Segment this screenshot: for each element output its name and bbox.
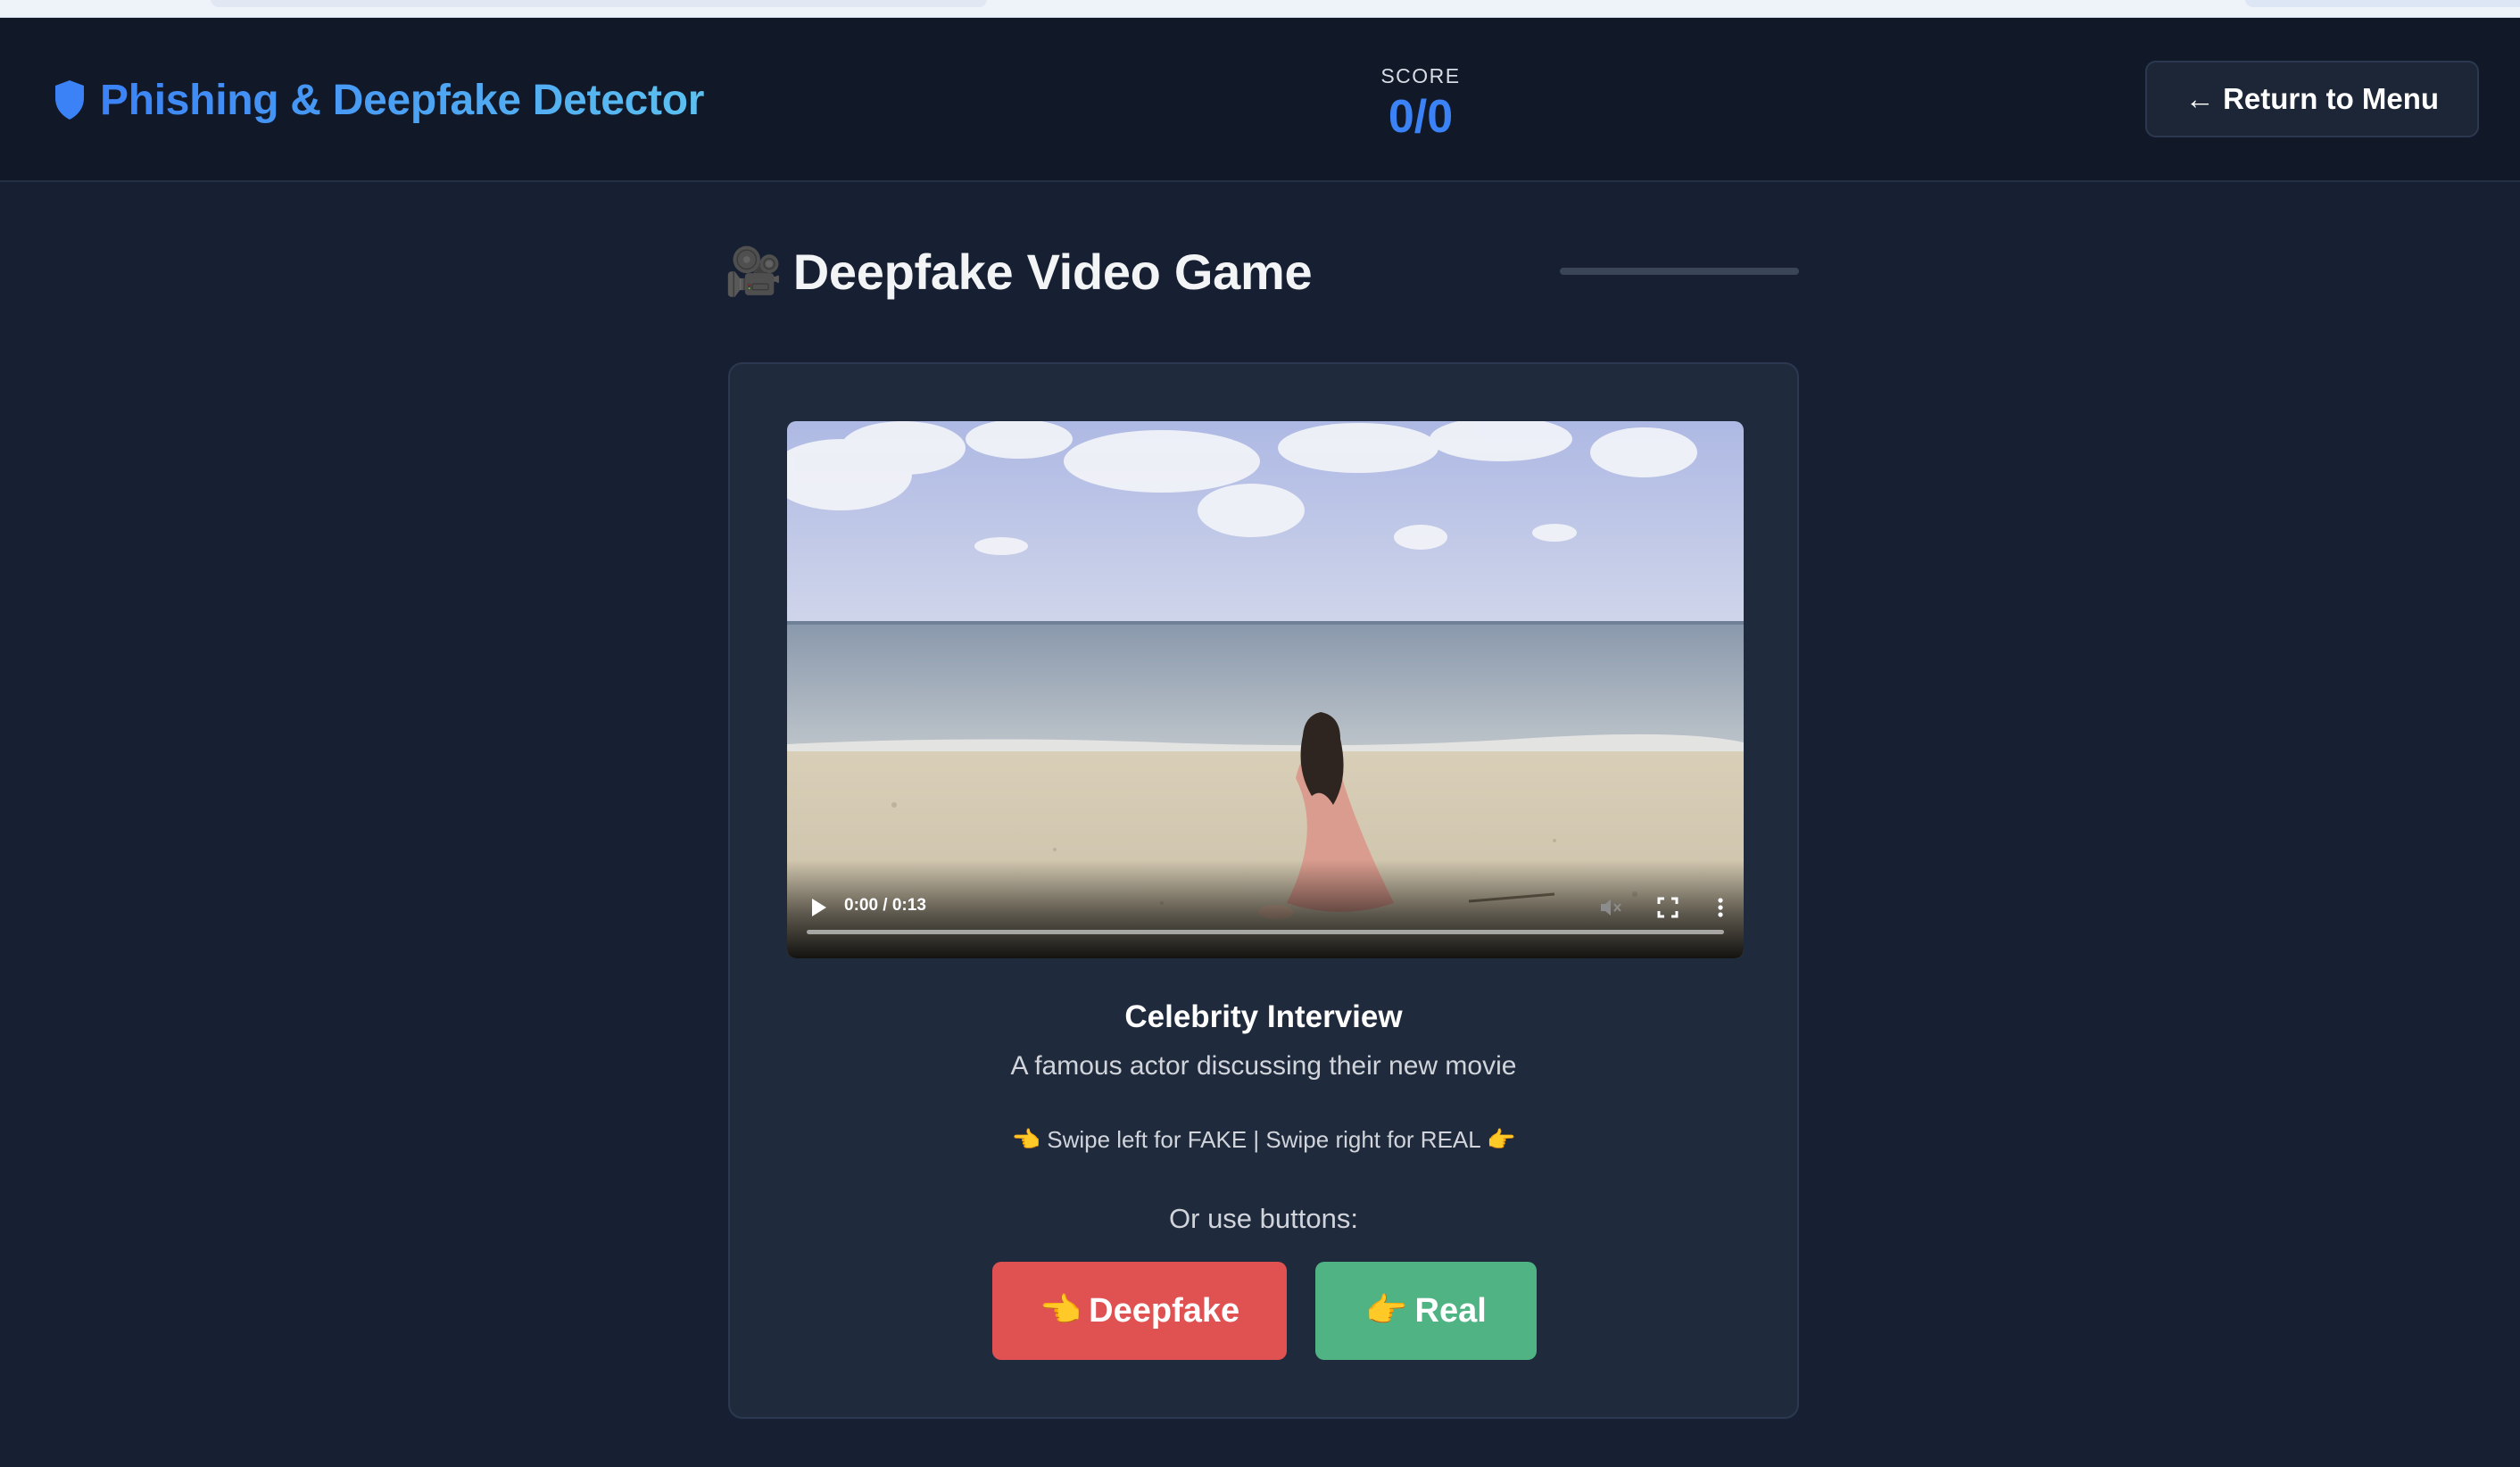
real-button[interactable]: 👉 Real (1315, 1262, 1537, 1360)
volume-muted-icon[interactable] (1597, 894, 1624, 921)
return-to-menu-button[interactable]: ← Return to Menu (2145, 61, 2479, 137)
browser-top-strip (0, 0, 2520, 18)
fullscreen-icon[interactable] (1654, 894, 1681, 921)
brand[interactable]: Phishing & Deepfake Detector (54, 73, 704, 127)
swipe-hint: 👈 Swipe left for FAKE | Swipe right for … (1011, 1126, 1516, 1153)
clip-title: Celebrity Interview (1124, 999, 1403, 1034)
video-controls: 0:00 / 0:13 (787, 860, 1744, 958)
or-use-buttons-label: Or use buttons: (1169, 1203, 1358, 1234)
browser-toolbar-pill[interactable] (2245, 0, 2520, 7)
video-seek-bar[interactable] (807, 930, 1724, 934)
clip-description: A famous actor discussing their new movi… (1010, 1051, 1517, 1081)
deepfake-button[interactable]: 👈 Deepfake (992, 1262, 1287, 1360)
video-player[interactable]: 0:00 / 0:13 (787, 421, 1744, 958)
video-time: 0:00 / 0:13 (844, 896, 926, 915)
score-value: 0/0 (1388, 91, 1454, 143)
brand-title: Phishing & Deepfake Detector (100, 76, 705, 124)
deepfake-button-label: Deepfake (1089, 1291, 1240, 1330)
score-display: SCORE 0/0 (1349, 64, 1492, 144)
play-icon[interactable] (808, 896, 828, 919)
page-title: 🎥 Deepfake Video Game (725, 236, 1313, 307)
game-card: 0:00 / 0:13 Celebrity Interview A famous… (728, 362, 1799, 1419)
pointing-right-icon: 👉 (1365, 1292, 1408, 1330)
score-label: SCORE (1380, 64, 1461, 87)
shield-icon (55, 80, 84, 120)
pointing-left-icon: 👈 (1039, 1292, 1082, 1330)
browser-address-bar[interactable] (211, 0, 987, 7)
progress-bar (1560, 268, 1799, 275)
real-button-label: Real (1414, 1291, 1487, 1330)
video-camera-icon: 🎥 (725, 245, 783, 298)
page-title-text: Deepfake Video Game (792, 243, 1313, 300)
return-to-menu-label: ← Return to Menu (2184, 82, 2440, 115)
more-options-icon[interactable] (1712, 894, 1729, 921)
app-header: Phishing & Deepfake Detector SCORE 0/0 ←… (0, 18, 2520, 182)
